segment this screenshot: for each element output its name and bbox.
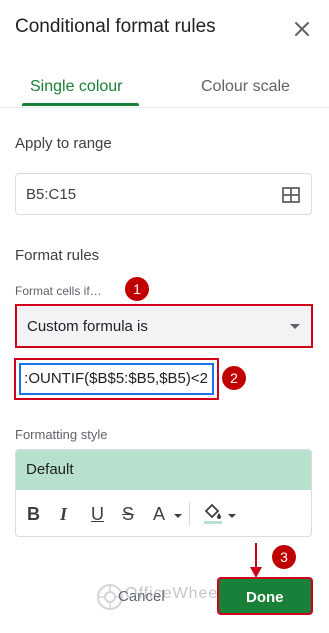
format-rules-heading: Format rules — [15, 247, 100, 264]
formatting-style-box: Default B I U S A — [15, 449, 312, 537]
panel-header: Conditional format rules — [0, 0, 329, 58]
chevron-down-icon — [290, 324, 300, 329]
italic-icon[interactable]: I — [60, 504, 67, 524]
condition-dropdown[interactable]: Custom formula is — [15, 304, 313, 348]
step-2-badge: 2 — [222, 366, 246, 390]
done-button[interactable]: Done — [217, 577, 313, 615]
formula-highlight: :OUNTIF($B$5:$B5,$B5)<2 — [14, 358, 219, 400]
style-preview[interactable]: Default — [16, 450, 311, 490]
style-preview-text: Default — [26, 461, 74, 478]
conditional-format-panel: Conditional format rules Single colour C… — [0, 0, 329, 633]
apply-range-label: Apply to range — [15, 135, 112, 152]
range-input[interactable]: B5:C15 — [15, 173, 312, 215]
rule-type-tabs: Single colour Colour scale — [0, 58, 329, 108]
active-tab-indicator — [22, 103, 139, 106]
fill-color-chevron-icon[interactable] — [228, 514, 236, 518]
grid-select-icon[interactable] — [282, 186, 300, 204]
strikethrough-icon[interactable]: S — [122, 504, 134, 524]
formatting-style-label: Formatting style — [15, 427, 108, 442]
watermark-text: OfficeWheel — [125, 585, 223, 602]
toolbar-divider — [189, 502, 190, 526]
close-icon[interactable] — [290, 17, 314, 41]
formula-text: :OUNTIF($B$5:$B5,$B5)<2 — [24, 370, 208, 387]
tab-single-colour[interactable]: Single colour — [30, 78, 123, 96]
style-toolbar: B I U S A — [16, 490, 311, 536]
watermark-logo-icon — [97, 584, 123, 610]
tab-colour-scale[interactable]: Colour scale — [201, 78, 290, 96]
condition-value: Custom formula is — [27, 318, 148, 335]
red-arrow-icon — [250, 543, 262, 578]
custom-formula-input[interactable]: :OUNTIF($B$5:$B5,$B5)<2 — [19, 363, 214, 395]
text-color-chevron-icon[interactable] — [174, 514, 182, 518]
done-label: Done — [246, 589, 284, 606]
fill-color-icon[interactable] — [202, 501, 224, 525]
step-1-badge: 1 — [125, 277, 149, 301]
panel-title: Conditional format rules — [15, 16, 216, 37]
format-cells-if-label: Format cells if… — [15, 284, 102, 298]
bold-icon[interactable]: B — [27, 504, 40, 524]
step-3-badge: 3 — [272, 545, 296, 569]
underline-icon[interactable]: U — [91, 504, 104, 524]
range-value: B5:C15 — [26, 186, 77, 203]
text-color-icon[interactable]: A — [153, 504, 165, 524]
